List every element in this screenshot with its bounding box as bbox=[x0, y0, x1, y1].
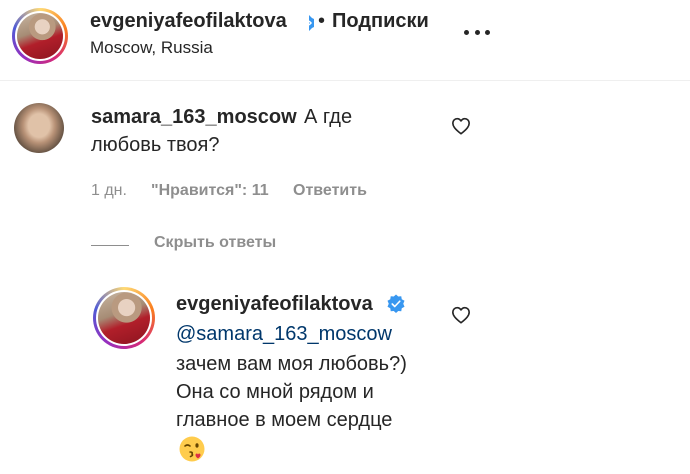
reply-author-username[interactable]: evgeniyafeofilaktova bbox=[176, 293, 373, 316]
commenter-username[interactable]: samara_163_moscow bbox=[91, 106, 297, 129]
comment-text: А где bbox=[304, 106, 353, 128]
comment-likes-count[interactable]: "Нравится": 11 bbox=[151, 182, 269, 200]
more-options-icon[interactable] bbox=[464, 28, 490, 36]
comment-timestamp[interactable]: 1 дн. bbox=[91, 182, 127, 200]
reply-button[interactable]: Ответить bbox=[293, 182, 367, 200]
reply-author-avatar[interactable] bbox=[93, 287, 155, 349]
commenter-avatar[interactable] bbox=[14, 103, 64, 153]
reply-mention-link[interactable]: @samara_163_moscow bbox=[176, 323, 392, 346]
reply-text-line: зачем вам моя любовь?) bbox=[176, 353, 407, 375]
header-divider bbox=[0, 80, 690, 81]
replies-divider-line bbox=[91, 245, 129, 246]
verified-partial-icon bbox=[308, 15, 314, 31]
like-comment-heart-icon[interactable] bbox=[451, 117, 471, 135]
following-button[interactable]: Подписки bbox=[332, 10, 429, 33]
comment-text-continued: любовь твоя? bbox=[91, 134, 220, 156]
like-reply-heart-icon[interactable] bbox=[451, 306, 471, 324]
reply-text-line: главное в моем сердце bbox=[176, 409, 393, 431]
reply-text-line: Она со мной рядом и bbox=[176, 381, 374, 403]
author-avatar[interactable] bbox=[12, 8, 68, 64]
post-header: evgeniyafeofilaktova • Подписки Moscow, … bbox=[0, 0, 690, 78]
winking-kiss-emoji-icon bbox=[179, 436, 205, 462]
author-username[interactable]: evgeniyafeofilaktova bbox=[90, 10, 287, 33]
hide-replies-button[interactable]: Скрыть ответы bbox=[154, 234, 276, 252]
header-separator: • bbox=[318, 10, 326, 32]
comments-panel: evgeniyafeofilaktova • Подписки Moscow, … bbox=[0, 0, 690, 474]
post-location[interactable]: Moscow, Russia bbox=[90, 38, 213, 58]
verified-badge-icon bbox=[387, 294, 405, 313]
